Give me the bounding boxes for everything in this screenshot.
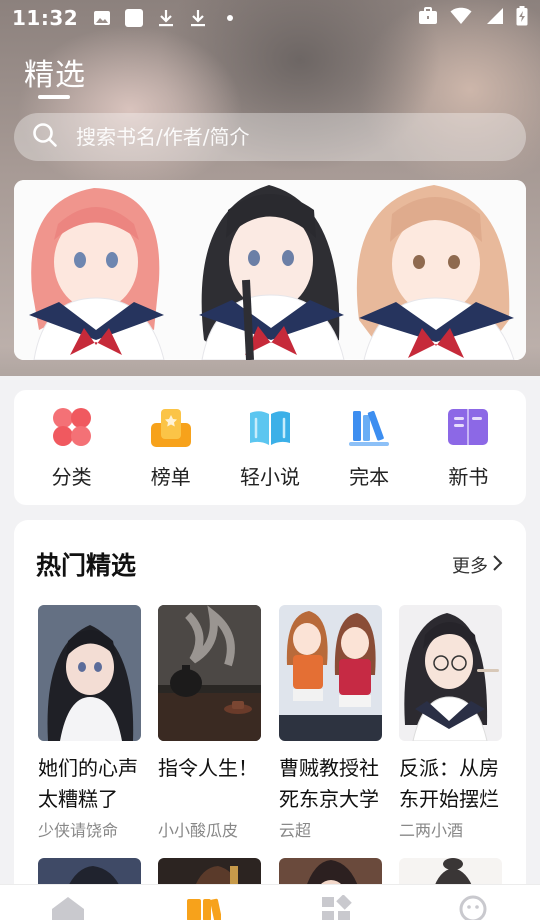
category-item-fenlei[interactable]: 分类 xyxy=(32,405,112,490)
nav-tab-selection[interactable] xyxy=(183,895,223,920)
category-label: 完本 xyxy=(349,465,390,489)
bottom-navigation xyxy=(0,884,540,920)
new-book-icon xyxy=(446,405,490,449)
nav-tab-profile[interactable] xyxy=(453,895,493,920)
status-bar: 11:32 xyxy=(0,0,540,36)
book-title: 曹贼教授社死东京大学 xyxy=(279,756,379,811)
book-title: 她们的心声太糟糕了 xyxy=(38,756,138,811)
bookshelf-icon xyxy=(347,405,391,449)
download-icon xyxy=(156,8,176,28)
search-input[interactable] xyxy=(76,125,476,149)
more-notifications-dot-icon xyxy=(220,8,240,28)
more-button[interactable]: 更多 xyxy=(452,552,504,578)
status-time: 11:32 xyxy=(12,6,79,30)
book-card[interactable]: 曹贼教授社死东京大学 云超 xyxy=(279,605,382,841)
book-cover xyxy=(399,605,502,741)
book-author: 二两小酒 xyxy=(399,821,464,840)
bookshelf-icon xyxy=(185,895,222,920)
book-title: 指令人生！ xyxy=(158,756,258,780)
nav-tab-category[interactable] xyxy=(318,894,358,920)
category-item-xinshu[interactable]: 新书 xyxy=(428,405,508,490)
featured-banner[interactable] xyxy=(14,180,526,360)
book-author: 少侠请饶命 xyxy=(38,821,119,840)
book-author: 小小酸瓜皮 xyxy=(158,821,239,840)
book-author: 云超 xyxy=(279,821,312,840)
ranking-icon xyxy=(149,405,193,449)
four-petal-icon xyxy=(50,405,94,449)
banner-illustration xyxy=(14,180,526,360)
open-book-icon xyxy=(248,405,292,449)
app-notification-icon xyxy=(124,8,144,28)
download-icon xyxy=(188,8,208,28)
profile-icon xyxy=(455,895,491,920)
book-cover xyxy=(38,605,141,741)
wifi-icon xyxy=(450,7,472,29)
book-card[interactable]: 她们的心声太糟糕了 少侠请饶命 xyxy=(38,605,141,841)
book-cover xyxy=(279,605,382,741)
category-label: 榜单 xyxy=(150,465,191,489)
category-item-bangdan[interactable]: 榜单 xyxy=(131,405,211,490)
chevron-right-icon xyxy=(492,554,504,577)
category-item-light-novel[interactable]: 轻小说 xyxy=(230,405,310,490)
title-underline xyxy=(38,95,70,99)
page-title: 精选 xyxy=(24,58,86,93)
nav-tab-home[interactable] xyxy=(48,895,88,920)
category-label: 新书 xyxy=(448,465,489,489)
category-item-wanben[interactable]: 完本 xyxy=(329,405,409,490)
briefcase-icon xyxy=(418,7,438,29)
book-card[interactable]: 指令人生！ 小小酸瓜皮 xyxy=(158,605,261,841)
grid-icon xyxy=(320,894,356,920)
hot-section: 热门精选 更多 她们的心声太糟糕了 少侠请饶命 指令人生！ 小小酸瓜皮 曹贼教授… xyxy=(14,520,526,920)
book-cover xyxy=(158,605,261,741)
section-title: 热门精选 xyxy=(36,551,137,580)
book-title: 反派：从房东开始摆烂 xyxy=(399,756,499,811)
signal-icon xyxy=(484,7,504,29)
battery-charging-icon xyxy=(516,6,528,30)
image-notification-icon xyxy=(92,8,112,28)
category-card: 分类 榜单 轻小说 完本 新书 xyxy=(14,390,526,505)
home-icon xyxy=(50,895,86,920)
category-label: 轻小说 xyxy=(239,465,300,489)
search-bar[interactable] xyxy=(14,113,526,161)
search-icon xyxy=(32,122,58,152)
book-card[interactable]: 反派：从房东开始摆烂 二两小酒 xyxy=(399,605,502,841)
more-label: 更多 xyxy=(452,556,488,577)
category-label: 分类 xyxy=(51,465,92,489)
